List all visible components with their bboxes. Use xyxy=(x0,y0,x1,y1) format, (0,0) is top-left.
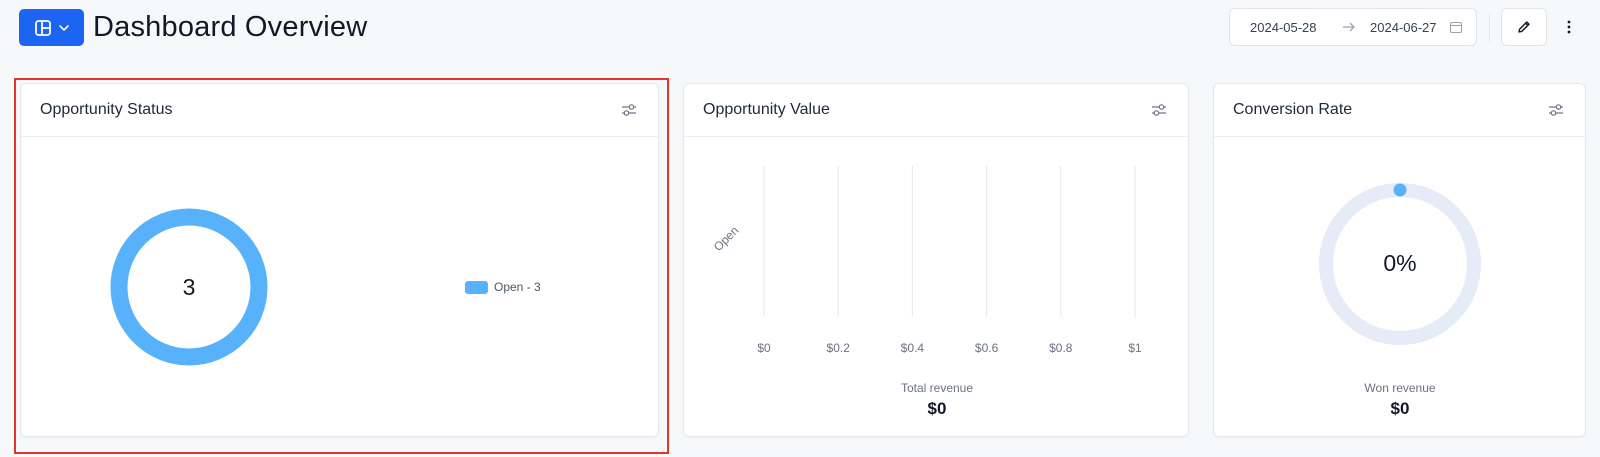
card-header: Opportunity Status xyxy=(21,84,658,137)
edit-dashboard-button[interactable] xyxy=(1501,8,1547,46)
x-tick-label: $0.8 xyxy=(1049,341,1073,355)
calendar-icon xyxy=(1449,21,1463,34)
opportunity-status-card: Opportunity Status 3 Open - 3 xyxy=(20,83,659,437)
chevron-down-icon xyxy=(58,24,69,31)
filter-settings-icon[interactable] xyxy=(1150,101,1168,119)
y-category-label: Open xyxy=(711,223,742,254)
card-title: Opportunity Value xyxy=(703,101,830,118)
layout-switcher-button[interactable] xyxy=(19,9,84,46)
date-range-start[interactable]: 2024-05-28 xyxy=(1250,20,1317,35)
legend-label-open: Open - 3 xyxy=(494,280,541,294)
x-tick-label: $0 xyxy=(757,341,771,355)
filter-settings-icon[interactable] xyxy=(1547,101,1565,119)
conversion-rate-card: Conversion Rate 0% Won revenue $0 xyxy=(1213,83,1586,437)
card-title: Conversion Rate xyxy=(1233,101,1353,118)
card-title: Opportunity Status xyxy=(40,101,173,118)
legend-swatch-open xyxy=(465,280,488,294)
card-body: 0% Won revenue $0 xyxy=(1214,137,1585,437)
total-revenue-value: $0 xyxy=(927,399,947,418)
filter-settings-icon[interactable] xyxy=(620,101,638,119)
card-body: 3 Open - 3 xyxy=(21,137,658,437)
date-range-end[interactable]: 2024-06-27 xyxy=(1370,20,1437,35)
card-body: $0 $0.2 $0.4 $0.6 $0.8 $1 Open Total revenue $… xyxy=(684,137,1188,437)
opportunity-value-card: Opportunity Value $0 $0.2 $0.4 $0.6 $0.8 $1 Op… xyxy=(683,83,1189,437)
opportunity-value-bar-chart: $0 $0.2 $0.4 $0.6 $0.8 $1 Open xyxy=(711,166,1142,355)
layout-icon xyxy=(34,19,51,36)
donut-total-value: 3 xyxy=(182,274,196,300)
ring-progress-dot xyxy=(1393,183,1407,197)
page-title: Dashboard Overview xyxy=(93,11,368,43)
arrow-right-icon xyxy=(1343,22,1355,32)
won-revenue-label: Won revenue xyxy=(1364,381,1436,395)
won-revenue-value: $0 xyxy=(1390,399,1410,418)
x-tick-label: $0.6 xyxy=(975,341,999,355)
card-header: Opportunity Value xyxy=(684,84,1188,137)
more-options-button[interactable] xyxy=(1560,14,1578,40)
more-vertical-icon xyxy=(1567,20,1571,34)
date-range-picker[interactable]: 2024-05-28 2024-06-27 xyxy=(1229,8,1477,46)
pencil-icon xyxy=(1518,21,1530,33)
card-header: Conversion Rate xyxy=(1214,84,1585,137)
chart-legend: Open - 3 xyxy=(465,280,541,294)
x-tick-label: $0.2 xyxy=(827,341,851,355)
header-divider xyxy=(1489,14,1490,42)
x-tick-label: $0.4 xyxy=(901,341,925,355)
total-revenue-label: Total revenue xyxy=(900,381,974,395)
conversion-rate-value: 0% xyxy=(1383,250,1417,276)
x-tick-label: $1 xyxy=(1128,341,1142,355)
